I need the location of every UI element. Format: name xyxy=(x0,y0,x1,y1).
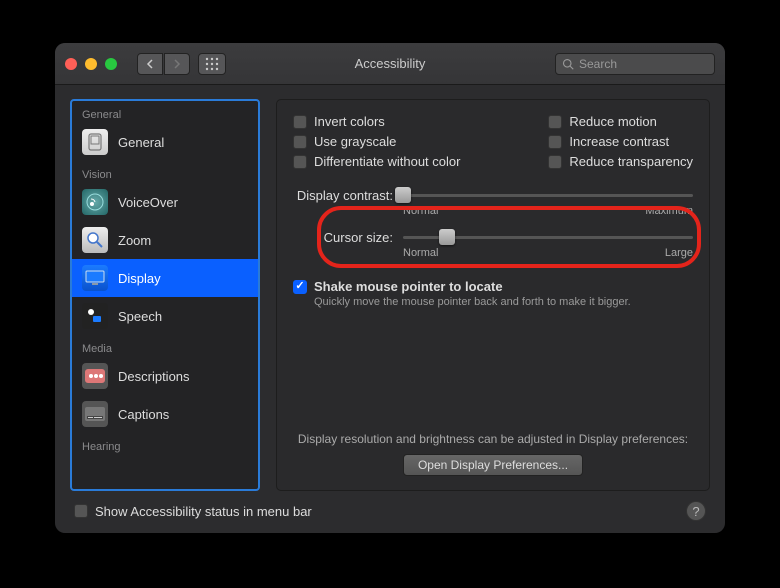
cursor-size-label: Cursor size: xyxy=(293,230,393,245)
sidebar-item-label: Display xyxy=(118,271,161,286)
display-prefs-note: Display resolution and brightness can be… xyxy=(293,432,693,446)
sidebar-item-label: Descriptions xyxy=(118,369,190,384)
shake-pointer-checkbox[interactable]: Shake mouse pointer to locate xyxy=(293,279,693,294)
titlebar: Accessibility xyxy=(55,43,725,85)
shake-pointer-hint: Quickly move the mouse pointer back and … xyxy=(314,296,693,308)
window-body: General General Vision VoiceOver xyxy=(55,85,725,533)
window-controls xyxy=(65,58,117,70)
sidebar-item-label: VoiceOver xyxy=(118,195,178,210)
bottom-bar: Show Accessibility status in menu bar ? xyxy=(70,501,710,521)
sidebar-item-zoom[interactable]: Zoom xyxy=(72,221,258,259)
checkbox-label: Reduce transparency xyxy=(569,154,693,169)
split-view: General General Vision VoiceOver xyxy=(70,99,710,491)
search-field[interactable] xyxy=(555,53,715,75)
differentiate-without-color-checkbox[interactable]: Differentiate without color xyxy=(293,154,460,169)
slider-max-label: Large xyxy=(665,247,693,259)
descriptions-icon xyxy=(82,363,108,389)
sidebar-item-label: Captions xyxy=(118,407,169,422)
category-sidebar[interactable]: General General Vision VoiceOver xyxy=(70,99,260,491)
checkbox-label: Invert colors xyxy=(314,114,385,129)
checkbox-label: Use grayscale xyxy=(314,134,396,149)
search-input[interactable] xyxy=(579,57,708,71)
checkbox-label: Increase contrast xyxy=(569,134,669,149)
help-button[interactable]: ? xyxy=(686,501,706,521)
checkbox-label: Differentiate without color xyxy=(314,154,460,169)
close-button[interactable] xyxy=(65,58,77,70)
reduce-motion-checkbox[interactable]: Reduce motion xyxy=(548,114,693,129)
sidebar-section-header: Vision xyxy=(72,161,258,183)
window-title: Accessibility xyxy=(355,56,426,71)
sidebar-item-captions[interactable]: Captions xyxy=(72,395,258,433)
shake-pointer-group: Shake mouse pointer to locate Quickly mo… xyxy=(293,279,693,308)
checkbox-label: Reduce motion xyxy=(569,114,656,129)
sidebar-item-voiceover[interactable]: VoiceOver xyxy=(72,183,258,221)
back-button[interactable] xyxy=(137,53,163,75)
speech-icon xyxy=(82,303,108,329)
sidebar-item-label: General xyxy=(118,135,164,150)
accessibility-preferences-window: Accessibility General General Vision xyxy=(55,43,725,533)
slider-min-label: Normal xyxy=(403,205,438,217)
cursor-size-group: Cursor size: Normal Large xyxy=(293,227,693,259)
sidebar-section-header: Hearing xyxy=(72,433,258,455)
slider-max-label: Maximum xyxy=(645,205,693,217)
checkbox-label: Shake mouse pointer to locate xyxy=(314,279,503,294)
display-contrast-group: Display contrast: Normal Maximum xyxy=(293,185,693,217)
increase-contrast-checkbox[interactable]: Increase contrast xyxy=(548,134,693,149)
display-contrast-label: Display contrast: xyxy=(293,188,393,203)
open-display-preferences-button[interactable]: Open Display Preferences... xyxy=(403,454,583,476)
sidebar-item-display[interactable]: Display xyxy=(72,259,258,297)
use-grayscale-checkbox[interactable]: Use grayscale xyxy=(293,134,460,149)
panel-footer: Display resolution and brightness can be… xyxy=(293,432,693,476)
sidebar-section-header: General xyxy=(72,101,258,123)
sidebar-item-general[interactable]: General xyxy=(72,123,258,161)
sidebar-item-descriptions[interactable]: Descriptions xyxy=(72,357,258,395)
display-settings-panel: Invert colors Use grayscale Differentiat… xyxy=(276,99,710,491)
nav-buttons xyxy=(137,53,190,75)
reduce-transparency-checkbox[interactable]: Reduce transparency xyxy=(548,154,693,169)
show-all-button[interactable] xyxy=(198,53,226,75)
slider-min-label: Normal xyxy=(403,247,438,259)
forward-button[interactable] xyxy=(164,53,190,75)
zoom-button[interactable] xyxy=(105,58,117,70)
voiceover-icon xyxy=(82,189,108,215)
checkbox-label: Show Accessibility status in menu bar xyxy=(95,504,312,519)
general-icon xyxy=(82,129,108,155)
minimize-button[interactable] xyxy=(85,58,97,70)
zoom-icon xyxy=(82,227,108,253)
display-contrast-slider[interactable] xyxy=(403,185,693,205)
sidebar-item-speech[interactable]: Speech xyxy=(72,297,258,335)
display-icon xyxy=(82,265,108,291)
search-icon xyxy=(562,58,574,70)
invert-colors-checkbox[interactable]: Invert colors xyxy=(293,114,460,129)
sidebar-section-header: Media xyxy=(72,335,258,357)
cursor-size-slider[interactable] xyxy=(403,227,693,247)
sidebar-item-label: Speech xyxy=(118,309,162,324)
show-status-in-menubar-checkbox[interactable]: Show Accessibility status in menu bar xyxy=(74,504,312,519)
captions-icon xyxy=(82,401,108,427)
top-checkboxes: Invert colors Use grayscale Differentiat… xyxy=(293,114,693,169)
sidebar-item-label: Zoom xyxy=(118,233,151,248)
